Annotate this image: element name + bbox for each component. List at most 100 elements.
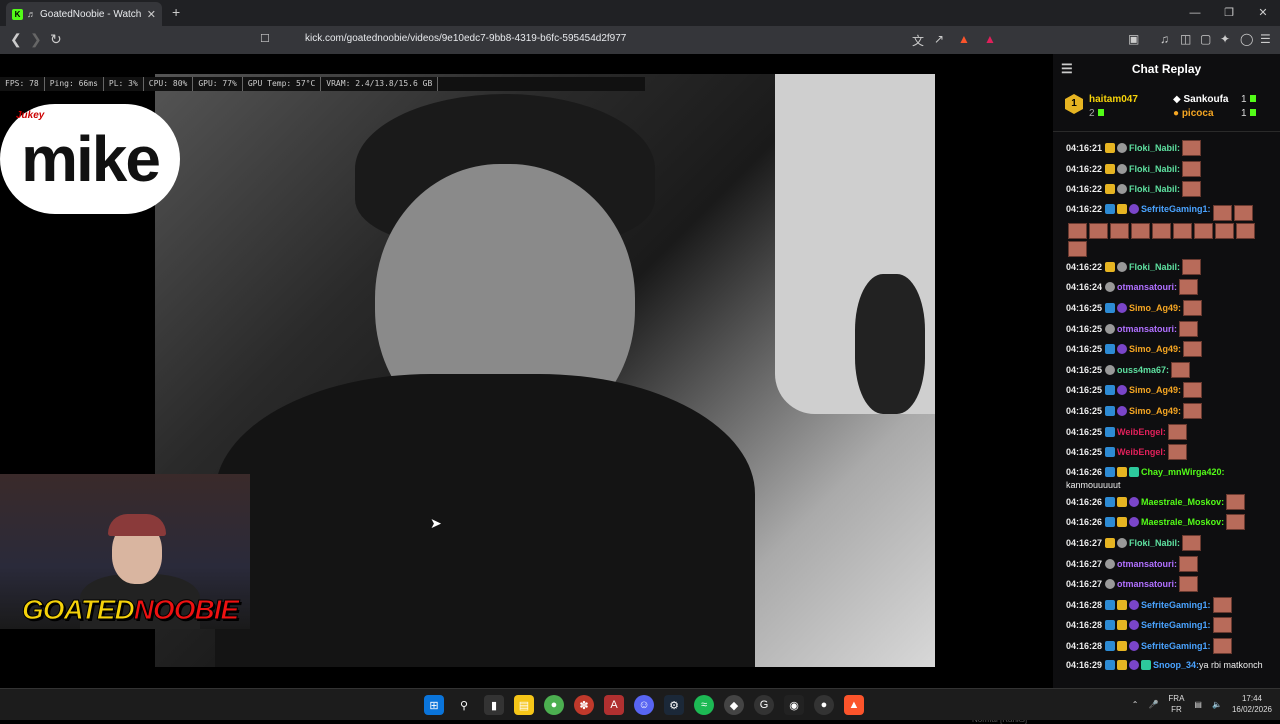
language-indicator[interactable]: FRA FR bbox=[1168, 693, 1184, 715]
tray-chevron-icon[interactable]: ⌃ bbox=[1132, 700, 1139, 709]
gold-badge-icon[interactable] bbox=[1105, 537, 1116, 548]
chat-username[interactable]: SefriteGaming1: bbox=[1141, 595, 1211, 615]
emote-icon[interactable] bbox=[1212, 617, 1232, 634]
emote-icon[interactable] bbox=[1233, 204, 1253, 221]
purple-badge-icon[interactable] bbox=[1129, 660, 1140, 671]
chat-username[interactable]: otmansatouri: bbox=[1117, 277, 1177, 297]
emote-icon[interactable] bbox=[1068, 222, 1087, 239]
emote-icon[interactable] bbox=[1183, 402, 1203, 419]
emote-icon[interactable] bbox=[1226, 493, 1246, 510]
sidebar-toggle-icon[interactable]: ▣ bbox=[1128, 32, 1139, 46]
brave-icon[interactable]: ▲ bbox=[844, 695, 864, 715]
bookmark-icon[interactable]: ☐ bbox=[260, 32, 270, 45]
emote-icon[interactable] bbox=[1183, 382, 1203, 399]
emote-icon[interactable] bbox=[1215, 222, 1234, 239]
emote-icon[interactable] bbox=[1182, 534, 1202, 551]
reload-button[interactable]: ↻ bbox=[50, 31, 62, 48]
blue-badge-icon[interactable] bbox=[1105, 203, 1116, 214]
gifter-2[interactable]: ◆ Sankoufa bbox=[1173, 94, 1229, 105]
gold-badge-icon[interactable] bbox=[1105, 184, 1116, 195]
blue-badge-icon[interactable] bbox=[1105, 385, 1116, 396]
purple-badge-icon[interactable] bbox=[1117, 405, 1128, 416]
share-icon[interactable]: ↗ bbox=[934, 32, 944, 46]
translate-icon[interactable]: 文 bbox=[912, 32, 924, 49]
chat-username[interactable]: Floki_Nabil: bbox=[1129, 138, 1180, 158]
gold-badge-icon[interactable] bbox=[1117, 203, 1128, 214]
emote-icon[interactable] bbox=[1179, 279, 1199, 296]
chat-username[interactable]: otmansatouri: bbox=[1117, 554, 1177, 574]
blue-badge-icon[interactable] bbox=[1105, 466, 1116, 477]
network-icon[interactable]: ▤ bbox=[1194, 700, 1202, 709]
gray-badge-icon[interactable] bbox=[1105, 282, 1116, 293]
gray-badge-icon[interactable] bbox=[1105, 558, 1116, 569]
green-badge-icon[interactable] bbox=[1129, 466, 1140, 477]
purple-badge-icon[interactable] bbox=[1129, 203, 1140, 214]
blue-badge-icon[interactable] bbox=[1105, 302, 1116, 313]
blue-badge-icon[interactable] bbox=[1105, 344, 1116, 355]
emote-icon[interactable] bbox=[1212, 596, 1232, 613]
chat-username[interactable]: Floki_Nabil: bbox=[1129, 179, 1180, 199]
chat-username[interactable]: Chay_mnWirga420: bbox=[1141, 466, 1224, 479]
gifter-1[interactable]: 1 haitam047 2 bbox=[1065, 94, 1138, 119]
emote-icon[interactable] bbox=[1179, 576, 1199, 593]
emote-icon[interactable] bbox=[1173, 222, 1192, 239]
back-button[interactable]: ❮ bbox=[10, 31, 22, 48]
emote-icon[interactable] bbox=[1167, 423, 1187, 440]
app-icon[interactable]: ✽ bbox=[574, 695, 594, 715]
blue-badge-icon[interactable] bbox=[1105, 599, 1116, 610]
ai-assistant-icon[interactable]: ✦ bbox=[1220, 32, 1230, 46]
gold-badge-icon[interactable] bbox=[1105, 261, 1116, 272]
gold-badge-icon[interactable] bbox=[1117, 517, 1128, 528]
chat-username[interactable]: Simo_Ag49: bbox=[1129, 298, 1181, 318]
gifter-3[interactable]: ● picoca bbox=[1173, 108, 1214, 119]
spotify-icon[interactable]: ≈ bbox=[694, 695, 714, 715]
emote-icon[interactable] bbox=[1179, 320, 1199, 337]
purple-badge-icon[interactable] bbox=[1129, 620, 1140, 631]
chat-username[interactable]: Floki_Nabil: bbox=[1129, 159, 1180, 179]
app-icon-3[interactable]: G bbox=[754, 695, 774, 715]
chat-messages[interactable]: 04:16:21 Floki_Nabil: 04:16:22 Floki_Nabil:… bbox=[1053, 138, 1280, 688]
brave-rewards-icon[interactable]: ▲ bbox=[984, 32, 996, 46]
emote-icon[interactable] bbox=[1183, 341, 1203, 358]
chat-username[interactable]: otmansatouri: bbox=[1117, 574, 1177, 594]
purple-badge-icon[interactable] bbox=[1129, 496, 1140, 507]
app-icon-2[interactable]: ◆ bbox=[724, 695, 744, 715]
emote-icon[interactable] bbox=[1194, 222, 1213, 239]
green-badge-icon[interactable] bbox=[1141, 660, 1152, 671]
chat-username[interactable]: Floki_Nabil: bbox=[1129, 257, 1180, 277]
purple-badge-icon[interactable] bbox=[1117, 302, 1128, 313]
gray-badge-icon[interactable] bbox=[1117, 184, 1128, 195]
emote-icon[interactable] bbox=[1182, 160, 1202, 177]
blue-badge-icon[interactable] bbox=[1105, 405, 1116, 416]
file-explorer-icon[interactable]: ▤ bbox=[514, 695, 534, 715]
gray-badge-icon[interactable] bbox=[1117, 261, 1128, 272]
purple-badge-icon[interactable] bbox=[1129, 640, 1140, 651]
purple-badge-icon[interactable] bbox=[1129, 599, 1140, 610]
gray-badge-icon[interactable] bbox=[1105, 364, 1116, 375]
gray-badge-icon[interactable] bbox=[1117, 537, 1128, 548]
video-frame[interactable] bbox=[155, 74, 935, 667]
purple-badge-icon[interactable] bbox=[1117, 385, 1128, 396]
emote-icon[interactable] bbox=[1236, 222, 1255, 239]
emote-icon[interactable] bbox=[1171, 361, 1191, 378]
emote-icon[interactable] bbox=[1131, 222, 1150, 239]
gold-badge-icon[interactable] bbox=[1105, 163, 1116, 174]
clock[interactable]: 17:44 16/02/2026 bbox=[1232, 693, 1272, 715]
brave-shields-icon[interactable]: ▲ bbox=[958, 32, 970, 46]
emote-icon[interactable] bbox=[1182, 258, 1202, 275]
gold-badge-icon[interactable] bbox=[1117, 660, 1128, 671]
new-tab-button[interactable]: + bbox=[172, 4, 180, 20]
microphone-icon[interactable]: 🎤 bbox=[1148, 700, 1158, 709]
blue-badge-icon[interactable] bbox=[1105, 620, 1116, 631]
gray-badge-icon[interactable] bbox=[1105, 579, 1116, 590]
emote-icon[interactable] bbox=[1212, 637, 1232, 654]
gold-badge-icon[interactable] bbox=[1105, 143, 1116, 153]
close-window-button[interactable]: ✕ bbox=[1246, 0, 1280, 26]
forward-button[interactable]: ❯ bbox=[30, 31, 42, 48]
chat-username[interactable]: otmansatouri: bbox=[1117, 319, 1177, 339]
chat-username[interactable]: SefriteGaming1: bbox=[1141, 615, 1211, 635]
gray-badge-icon[interactable] bbox=[1105, 323, 1116, 334]
chat-username[interactable]: Simo_Ag49: bbox=[1129, 339, 1181, 359]
emote-icon[interactable] bbox=[1182, 181, 1202, 198]
gold-badge-icon[interactable] bbox=[1117, 640, 1128, 651]
